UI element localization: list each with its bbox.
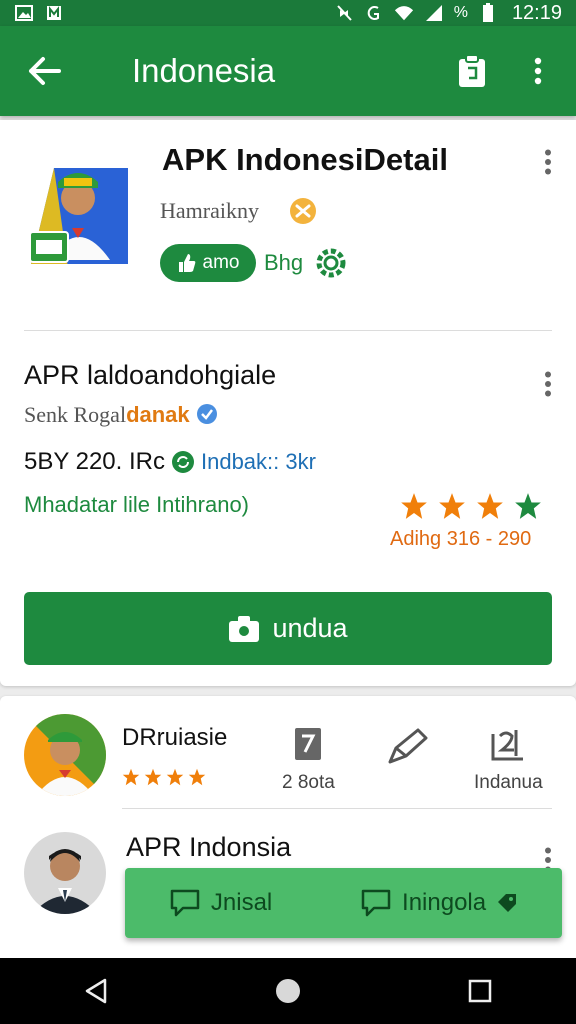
rating-text: Adihg 316 - 290 xyxy=(390,528,532,550)
category-chip-label: amo xyxy=(202,252,240,273)
reviewer-stars xyxy=(122,768,206,786)
more-vert-icon xyxy=(545,371,551,397)
divider xyxy=(122,808,552,809)
developer-badge-icon xyxy=(288,196,318,231)
snackbar-action-2[interactable]: Iningola xyxy=(360,888,518,918)
gallery-notification-icon xyxy=(14,4,34,22)
reviewer-name: APR Indonsia xyxy=(126,832,292,862)
developer-name[interactable]: Hamraikny xyxy=(160,198,259,224)
status-left xyxy=(14,4,64,22)
thumbs-up-icon xyxy=(178,254,195,272)
divider xyxy=(24,330,552,331)
star-icon xyxy=(166,768,184,786)
document-icon xyxy=(295,728,322,760)
star-icon xyxy=(515,493,541,519)
price-row: 5BY 220. IRc Indbak:: 3kr xyxy=(24,448,316,476)
more-vert-icon xyxy=(534,57,542,85)
status-time: 12:19 xyxy=(511,1,562,24)
stat-documents[interactable]: 2 8ota xyxy=(282,726,335,794)
snackbar: Jnisal Iningola xyxy=(125,868,562,938)
more-vert-icon xyxy=(545,149,551,175)
star-icon xyxy=(144,768,162,786)
sizes-icon xyxy=(491,730,524,761)
app-bar: Indonesia xyxy=(0,26,576,116)
stat-edit[interactable] xyxy=(386,726,430,766)
details-subtitle-accent: danak xyxy=(126,402,190,427)
star-icon xyxy=(122,768,140,786)
star-icon xyxy=(188,768,206,786)
stat-documents-label: 2 8ota xyxy=(282,772,335,793)
snackbar-action-1[interactable]: Jnisal xyxy=(169,888,272,918)
back-button[interactable] xyxy=(14,41,74,101)
system-nav-bar xyxy=(0,958,576,1024)
battery-icon xyxy=(478,3,498,22)
snackbar-action-2-label: Iningola xyxy=(402,889,487,916)
overflow-menu-button[interactable] xyxy=(514,47,562,95)
square-recents-icon xyxy=(468,979,492,1003)
wifi-icon xyxy=(394,4,414,22)
battery-percent: % xyxy=(453,4,468,21)
price-link[interactable]: Indbak:: 3kr xyxy=(201,449,316,475)
stat-size[interactable]: Indanua xyxy=(474,726,543,794)
info-link[interactable]: Mhadatar lile Intihrano) xyxy=(24,492,249,518)
gear-icon xyxy=(316,248,346,283)
details-title: APR laldoandohgiale xyxy=(24,360,277,390)
nav-back-button[interactable] xyxy=(66,961,126,1021)
details-subtitle-plain: Senk Rogal xyxy=(24,402,127,427)
app-name: APK IndonesiDetail xyxy=(162,142,448,177)
chat-icon xyxy=(170,889,200,917)
page-title: Indonesia xyxy=(132,52,276,89)
star-icon xyxy=(439,493,465,519)
install-button-label: undua xyxy=(272,613,348,643)
triangle-back-icon xyxy=(85,978,107,1004)
star-icon xyxy=(401,493,427,519)
reviewer-name: DRruiasie xyxy=(122,724,228,751)
chat-icon xyxy=(361,889,391,917)
circle-home-icon xyxy=(276,979,300,1003)
data-icon xyxy=(364,4,384,22)
app-bar-actions xyxy=(448,47,562,95)
app-detail-card: APK IndonesiDetail Hamraikny amo Bhg APR… xyxy=(0,120,576,686)
snackbar-action-1-label: Jnisal xyxy=(210,889,273,916)
install-button[interactable]: undua xyxy=(24,592,552,665)
app-card-menu-button[interactable] xyxy=(536,142,560,182)
clipboard-icon xyxy=(459,54,485,87)
sync-icon xyxy=(171,451,194,473)
nav-recents-button[interactable] xyxy=(450,961,510,1021)
app-notification-icon xyxy=(44,4,64,22)
category-chip[interactable]: amo xyxy=(160,244,256,282)
arrow-left-icon xyxy=(29,57,61,85)
mute-icon xyxy=(334,4,354,22)
reviews-card: DRruiasie 2 8ota Indanua APR Indonsia Jn… xyxy=(0,696,576,966)
star-icon xyxy=(477,493,503,519)
status-bar: % 12:19 xyxy=(0,0,576,26)
pencil-icon xyxy=(388,728,428,764)
nav-home-button[interactable] xyxy=(258,961,318,1021)
clipboard-button[interactable] xyxy=(448,47,496,95)
stat-size-label: Indanua xyxy=(474,772,543,793)
details-subtitle: Senk Rogaldanak xyxy=(24,402,219,428)
camera-icon xyxy=(229,615,260,642)
reviewer-avatar[interactable] xyxy=(24,832,106,914)
tag-icon xyxy=(498,894,517,912)
verified-icon xyxy=(197,404,218,424)
rating-stars xyxy=(400,492,542,520)
price-text: 5BY 220. IRc xyxy=(24,448,165,475)
status-right: % 12:19 xyxy=(334,2,562,25)
app-icon[interactable] xyxy=(28,148,132,268)
rating-tag-label: Bhg xyxy=(264,250,304,275)
signal-icon xyxy=(424,4,444,22)
reviewer-avatar[interactable] xyxy=(24,714,106,796)
details-menu-button[interactable] xyxy=(536,364,560,404)
